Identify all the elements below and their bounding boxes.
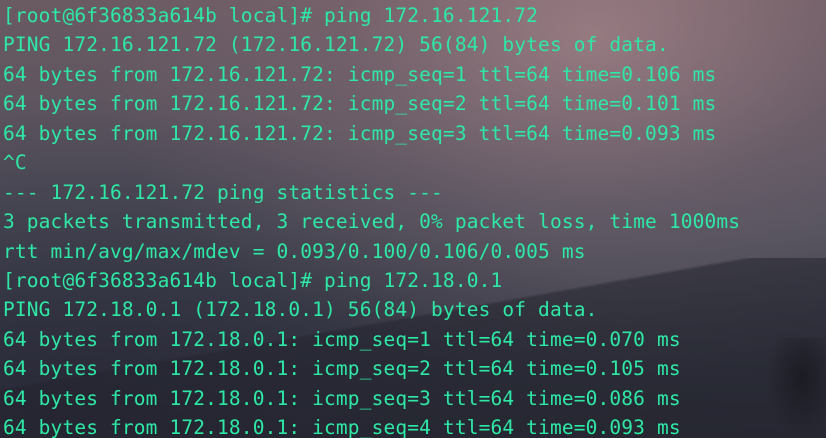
terminal-window[interactable]: [root@6f36833a614b local]# ping 172.16.1… [0, 0, 826, 438]
terminal-line-output: 64 bytes from 172.18.0.1: icmp_seq=1 ttl… [3, 327, 681, 351]
terminal-line-output: 64 bytes from 172.18.0.1: icmp_seq=2 ttl… [3, 357, 681, 381]
terminal-line-output: 3 packets transmitted, 3 received, 0% pa… [3, 210, 741, 234]
terminal-line-output: 64 bytes from 172.16.121.72: icmp_seq=3 … [3, 121, 717, 145]
terminal-line-output: 64 bytes from 172.16.121.72: icmp_seq=1 … [3, 62, 717, 86]
terminal-line-output: 64 bytes from 172.16.121.72: icmp_seq=2 … [3, 92, 717, 116]
terminal-line-output: PING 172.18.0.1 (172.18.0.1) 56(84) byte… [3, 298, 598, 322]
terminal-line-output: PING 172.16.121.72 (172.16.121.72) 56(84… [3, 33, 669, 57]
terminal-line-prompt: [root@6f36833a614b local]# ping 172.18.0… [3, 268, 503, 292]
terminal-line-output: rtt min/avg/max/mdev = 0.093/0.100/0.106… [3, 239, 586, 263]
background-silhouette [766, 338, 826, 438]
terminal-output: [root@6f36833a614b local]# ping 172.16.1… [3, 1, 740, 438]
terminal-line-interrupt: ^C [3, 151, 27, 175]
terminal-line-prompt: [root@6f36833a614b local]# ping 172.16.1… [3, 4, 539, 27]
terminal-line-output: --- 172.16.121.72 ping statistics --- [3, 180, 443, 204]
terminal-line-output: 64 bytes from 172.18.0.1: icmp_seq=4 ttl… [3, 416, 681, 438]
terminal-line-output: 64 bytes from 172.18.0.1: icmp_seq=3 ttl… [3, 386, 681, 410]
